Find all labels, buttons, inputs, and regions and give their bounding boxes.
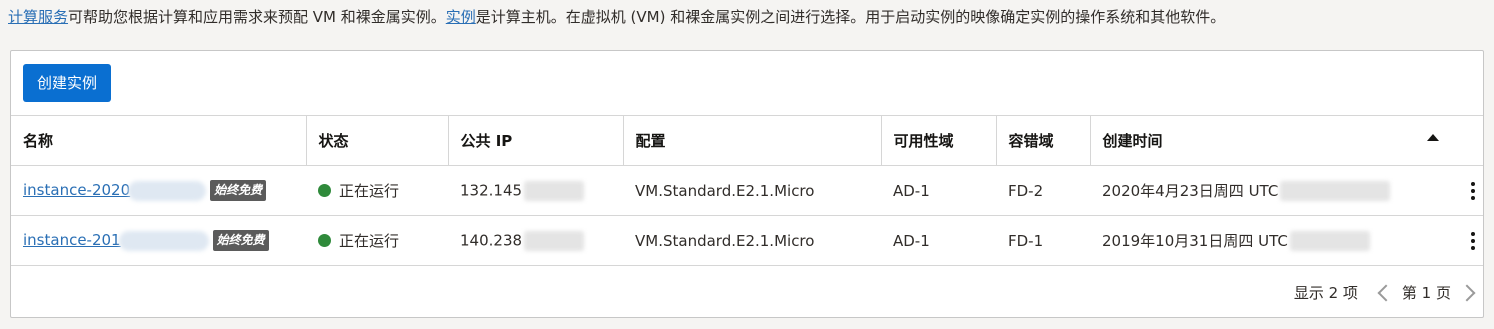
- column-header-fault-domain[interactable]: 容错域: [995, 115, 1090, 166]
- redacted-time: [1289, 231, 1370, 252]
- chevron-left-icon[interactable]: [1377, 284, 1395, 301]
- row-actions-kebab-icon[interactable]: [1471, 232, 1475, 253]
- column-header-shape[interactable]: 配置: [622, 115, 881, 166]
- created-time: 2020年4月23日周四 UTC: [1102, 181, 1279, 200]
- redacted-ip: [524, 180, 585, 201]
- column-header-created[interactable]: 创建时间: [1089, 115, 1483, 166]
- availability-domain-cell: AD-1: [881, 165, 996, 216]
- status-text: 正在运行: [339, 232, 400, 250]
- intro-text: 计算服务可帮助您根据计算和应用需求来预配 VM 和裸金属实例。实例是计算主机。在…: [8, 5, 1488, 29]
- redacted-name: [118, 230, 209, 251]
- column-header-public-ip[interactable]: 公共 IP: [447, 115, 623, 166]
- create-instance-button[interactable]: 创建实例: [23, 64, 112, 102]
- column-header-name[interactable]: 名称: [11, 115, 306, 166]
- redacted-ip: [524, 230, 585, 251]
- compute-service-link[interactable]: 计算服务: [8, 8, 68, 26]
- shape-cell: VM.Standard.E2.1.Micro: [623, 165, 881, 216]
- table-footer: 显示 2 项 第 1 页: [1293, 282, 1476, 303]
- sort-ascending-icon[interactable]: [1427, 134, 1439, 141]
- public-ip: 132.145: [460, 181, 523, 199]
- created-time: 2019年10月31日周四 UTC: [1102, 231, 1288, 250]
- redacted-time: [1280, 181, 1391, 202]
- chevron-right-icon[interactable]: [1458, 284, 1476, 301]
- instances-panel: 创建实例 名称 状态 公共 IP 配置 可用性域 容错域 创建时间 instan…: [10, 50, 1484, 318]
- page-indicator: 第 1 页: [1401, 284, 1451, 302]
- column-header-created-label: 创建时间: [1102, 132, 1163, 150]
- availability-domain-cell: AD-1: [881, 215, 996, 266]
- always-free-badge: 始终免费: [212, 230, 269, 251]
- running-status-icon: [318, 184, 331, 197]
- shape-cell: VM.Standard.E2.1.Micro: [623, 215, 881, 266]
- fault-domain-cell: FD-1: [996, 215, 1090, 266]
- fault-domain-cell: FD-2: [996, 165, 1090, 216]
- status-text: 正在运行: [339, 182, 400, 200]
- column-header-availability-domain[interactable]: 可用性域: [880, 115, 996, 166]
- table-row: instance-2020 始终免费 正在运行 132.145 VM.Standa…: [11, 165, 1483, 216]
- item-count: 显示 2 项: [1293, 284, 1358, 302]
- instance-link[interactable]: 实例: [446, 8, 476, 26]
- public-ip: 140.238: [460, 231, 523, 249]
- redacted-name: [128, 180, 207, 201]
- table-row: instance-201 始终免费 正在运行 140.238 VM.Standar…: [11, 215, 1483, 266]
- instance-name-link[interactable]: instance-201: [23, 231, 121, 249]
- instances-table: 名称 状态 公共 IP 配置 可用性域 容错域 创建时间 instance-20…: [11, 115, 1483, 266]
- row-actions-kebab-icon[interactable]: [1471, 182, 1475, 203]
- table-header-row: 名称 状态 公共 IP 配置 可用性域 容错域 创建时间: [11, 115, 1483, 166]
- running-status-icon: [318, 234, 331, 247]
- instance-name-link[interactable]: instance-2020: [23, 181, 130, 199]
- intro-text-part1: 可帮助您根据计算和应用需求来预配 VM 和裸金属实例。: [68, 8, 446, 26]
- always-free-badge: 始终免费: [210, 180, 267, 201]
- intro-text-part2: 是计算主机。在虚拟机 (VM) 和裸金属实例之间进行选择。用于启动实例的映像确定…: [475, 8, 1226, 26]
- column-header-status[interactable]: 状态: [305, 115, 448, 166]
